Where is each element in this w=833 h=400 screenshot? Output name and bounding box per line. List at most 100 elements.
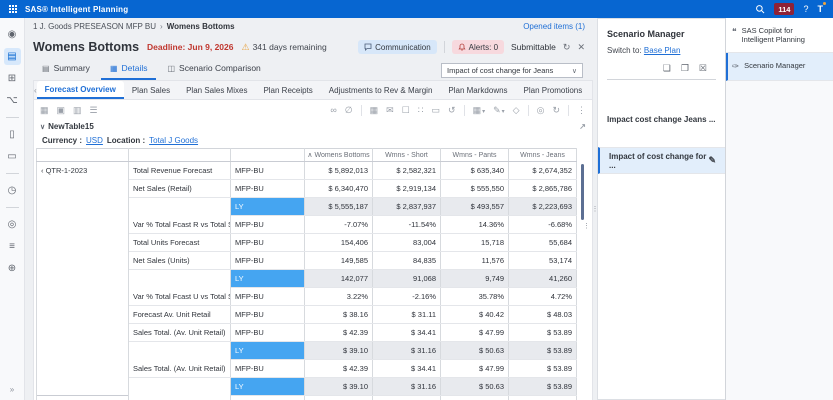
alerts-button[interactable]: Alerts: 0 — [452, 40, 504, 54]
insert-chart-icon[interactable]: ▥ — [73, 106, 82, 115]
undo-icon[interactable]: ↺ — [448, 106, 456, 115]
value-cell[interactable]: $ 34.41 — [373, 324, 441, 342]
duplicate-scenario-icon[interactable]: ❐ — [681, 63, 689, 74]
value-cell[interactable]: $ 411,866 — [373, 396, 441, 400]
value-cell[interactable]: -7.07% — [305, 216, 373, 234]
refresh-icon[interactable]: ↻ — [563, 42, 571, 53]
value-cell[interactable]: $ 39.10 — [305, 342, 373, 360]
new-scenario-icon[interactable]: ❏ — [663, 63, 671, 74]
column-header[interactable]: Wmns - Jeans — [509, 149, 577, 162]
tab-scenario-comparison[interactable]: ◫Scenario Comparison — [158, 60, 269, 80]
insert-image-icon[interactable]: ▣ — [57, 106, 66, 115]
value-cell[interactable]: $ 5,555,187 — [305, 198, 373, 216]
currency-link[interactable]: USD — [86, 136, 103, 145]
time-cell[interactable]: › Feb-23 — [37, 396, 129, 400]
value-cell[interactable]: 83,004 — [373, 234, 441, 252]
value-cell[interactable]: $ 1,325,418 — [305, 396, 373, 400]
home-icon[interactable]: ◉ — [4, 26, 21, 43]
value-cell[interactable]: $ 635,340 — [441, 162, 509, 180]
table-name[interactable]: NewTable15 — [48, 122, 94, 131]
unlink-icon[interactable]: ∅ — [345, 106, 353, 115]
value-cell[interactable]: 4.72% — [509, 288, 577, 306]
subtab-adjustments-to-rev-margin[interactable]: Adjustments to Rev & Margin — [321, 81, 441, 99]
user-avatar[interactable]: T — [818, 4, 824, 14]
value-cell[interactable]: 142,077 — [305, 270, 373, 288]
subtab-plan-receipts[interactable]: Plan Receipts — [255, 81, 320, 99]
scenario-dropdown[interactable]: Impact of cost change for Jeans ∨ — [441, 63, 583, 78]
value-cell[interactable]: $ 31.16 — [373, 342, 441, 360]
shield-icon[interactable]: ◇ — [513, 106, 520, 115]
scrollbar-handle-icon[interactable]: ⋮ — [583, 226, 590, 228]
value-cell[interactable]: 41,260 — [509, 270, 577, 288]
value-cell[interactable]: $ 50.63 — [441, 378, 509, 396]
column-header[interactable]: ∧ Womens Bottoms — [305, 149, 373, 162]
value-cell[interactable]: 3.22% — [305, 288, 373, 306]
value-cell[interactable]: $ 493,557 — [441, 198, 509, 216]
subtab-plan-sales-mixes[interactable]: Plan Sales Mixes — [178, 81, 255, 99]
value-cell[interactable]: 11,576 — [441, 252, 509, 270]
value-cell[interactable]: $ 194,056 — [441, 396, 509, 400]
value-cell[interactable]: $ 53.89 — [509, 360, 577, 378]
value-cell[interactable]: $ 2,837,937 — [373, 198, 441, 216]
sync-icon[interactable]: ↻ — [552, 106, 560, 115]
collapse-table-icon[interactable]: ∨ — [40, 123, 45, 131]
value-cell[interactable]: $ 31.11 — [373, 306, 441, 324]
edit-scenario-icon[interactable]: ✎ — [708, 155, 716, 166]
value-cell[interactable]: $ 48.03 — [509, 306, 577, 324]
value-cell[interactable]: 15,718 — [441, 234, 509, 252]
report-search-icon[interactable]: ◎ — [4, 216, 21, 233]
column-header[interactable]: Wmns - Pants — [441, 149, 509, 162]
value-cell[interactable]: $ 727,696 — [509, 396, 577, 400]
value-cell[interactable]: $ 6,340,470 — [305, 180, 373, 198]
plans-grid-icon[interactable]: ⊞ — [4, 70, 21, 87]
clipboard-icon[interactable]: ▯ — [4, 126, 21, 143]
subtab-plan-promotions[interactable]: Plan Promotions — [516, 81, 591, 99]
tab-details[interactable]: ▦Details — [101, 60, 157, 80]
close-icon[interactable]: ✕ — [577, 42, 585, 53]
value-cell[interactable]: $ 47.99 — [441, 360, 509, 378]
value-cell[interactable]: $ 50.63 — [441, 342, 509, 360]
scenario-item[interactable]: Impact of cost change for ...✎ — [598, 147, 725, 174]
value-cell[interactable]: 9,749 — [441, 270, 509, 288]
value-cell[interactable]: $ 2,674,352 — [509, 162, 577, 180]
worksheets-icon[interactable]: ▤ — [4, 48, 21, 65]
value-cell[interactable]: $ 42.39 — [305, 324, 373, 342]
value-cell[interactable]: $ 2,865,786 — [509, 180, 577, 198]
subtab-plan-markdowns[interactable]: Plan Markdowns — [440, 81, 515, 99]
history-bag-icon[interactable]: ◷ — [4, 182, 21, 199]
value-cell[interactable]: 55,684 — [509, 234, 577, 252]
table-menu-icon[interactable]: ▦▾ — [473, 106, 486, 115]
format-menu-icon[interactable]: ✎▾ — [493, 106, 505, 115]
communication-button[interactable]: Communication — [358, 40, 437, 54]
value-cell[interactable]: 149,585 — [305, 252, 373, 270]
rail-item-sas-copilot-for-intelligent-planning[interactable]: ❝SAS Copilot for Intelligent Planning — [726, 18, 833, 53]
value-cell[interactable]: $ 47.99 — [441, 324, 509, 342]
notification-count-badge[interactable]: 114 — [774, 3, 794, 15]
location-link[interactable]: Total J Goods — [149, 136, 198, 145]
value-cell[interactable]: $ 53.89 — [509, 324, 577, 342]
value-cell[interactable]: $ 31.16 — [373, 378, 441, 396]
value-cell[interactable]: $ 38.16 — [305, 306, 373, 324]
insert-calendar-icon[interactable]: ▦ — [40, 106, 49, 115]
value-cell[interactable]: $ 2,582,321 — [373, 162, 441, 180]
value-cell[interactable]: $ 34.41 — [373, 360, 441, 378]
value-cell[interactable]: -2.16% — [373, 288, 441, 306]
value-cell[interactable]: 154,406 — [305, 234, 373, 252]
column-header[interactable]: Wmns - Short — [373, 149, 441, 162]
selection-icon[interactable]: ∷ — [418, 106, 424, 115]
value-cell[interactable]: 53,174 — [509, 252, 577, 270]
rail-item-scenario-manager[interactable]: ✑Scenario Manager — [726, 53, 833, 81]
process-flow-icon[interactable]: ⌥ — [4, 92, 21, 109]
insert-list-icon[interactable]: ☰ — [90, 106, 98, 115]
add-bag-icon[interactable]: ⊕ — [4, 260, 21, 277]
value-cell[interactable]: $ 39.10 — [305, 378, 373, 396]
expand-sidebar-icon[interactable]: » — [10, 385, 14, 394]
value-cell[interactable]: $ 555,550 — [441, 180, 509, 198]
value-cell[interactable]: $ 5,892,013 — [305, 162, 373, 180]
help-icon[interactable]: ? — [803, 5, 808, 14]
value-cell[interactable]: $ 2,223,693 — [509, 198, 577, 216]
value-cell[interactable]: 84,835 — [373, 252, 441, 270]
comment-icon[interactable]: ✉ — [386, 106, 394, 115]
time-cell[interactable]: ‹ QTR-1-2023 — [37, 162, 129, 180]
delete-scenario-icon[interactable]: ☒ — [699, 63, 707, 74]
